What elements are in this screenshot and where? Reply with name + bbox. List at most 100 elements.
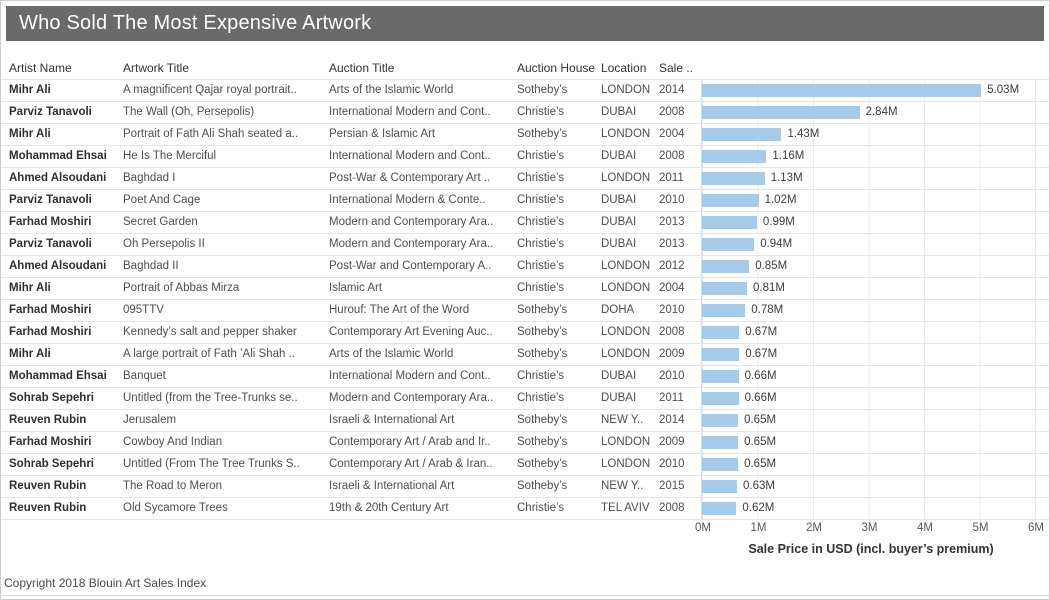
artwork-title-cell[interactable]: Untitled (from the Tree-Trunks se.. [123,388,329,409]
sale-price-bar[interactable] [702,84,981,97]
sale-year-cell[interactable]: 2010 [659,454,701,475]
column-header-artwork[interactable]: Artwork Title [123,61,329,79]
auction-title-cell[interactable]: Israeli & International Art [329,410,517,431]
sale-price-bar[interactable] [702,480,737,493]
artist-cell[interactable]: Reuven Rubin [9,476,123,497]
table-row[interactable]: Ahmed Alsoudani Baghdad II Post-War and … [1,256,1049,278]
auction-house-cell[interactable]: Christie’s [517,146,601,167]
table-row[interactable]: Farhad Moshiri Kennedy’s salt and pepper… [1,322,1049,344]
column-header-auction[interactable]: Auction Title [329,61,517,79]
sale-price-bar[interactable] [702,304,745,317]
sale-price-bar[interactable] [702,326,739,339]
artwork-title-cell[interactable]: A large portrait of Fath ’Ali Shah .. [123,344,329,365]
sale-year-cell[interactable]: 2010 [659,190,701,211]
table-row[interactable]: Mohammad Ehsai Banquet International Mod… [1,366,1049,388]
auction-title-cell[interactable]: Israeli & International Art [329,476,517,497]
sale-year-cell[interactable]: 2015 [659,476,701,497]
location-cell[interactable]: DUBAI [601,212,659,233]
sale-year-cell[interactable]: 2013 [659,212,701,233]
artist-cell[interactable]: Farhad Moshiri [9,212,123,233]
table-row[interactable]: Ahmed Alsoudani Baghdad I Post-War & Con… [1,168,1049,190]
artwork-title-cell[interactable]: Poet And Cage [123,190,329,211]
artwork-title-cell[interactable]: Old Sycamore Trees [123,498,329,519]
table-row[interactable]: Farhad Moshiri Secret Garden Modern and … [1,212,1049,234]
sale-year-cell[interactable]: 2008 [659,146,701,167]
sale-price-bar[interactable] [702,392,739,405]
location-cell[interactable]: DUBAI [601,366,659,387]
location-cell[interactable]: LONDON [601,278,659,299]
location-cell[interactable]: DUBAI [601,102,659,123]
artist-cell[interactable]: Reuven Rubin [9,498,123,519]
location-cell[interactable]: DUBAI [601,234,659,255]
table-row[interactable]: Mihr Ali Portrait of Fath Ali Shah seate… [1,124,1049,146]
auction-house-cell[interactable]: Christie’s [517,278,601,299]
location-cell[interactable]: LONDON [601,124,659,145]
sale-price-bar[interactable] [702,216,757,229]
artist-cell[interactable]: Ahmed Alsoudani [9,168,123,189]
artwork-title-cell[interactable]: Untitled (From The Tree Trunks S.. [123,454,329,475]
auction-house-cell[interactable]: Christie’s [517,212,601,233]
location-cell[interactable]: LONDON [601,432,659,453]
sale-year-cell[interactable]: 2010 [659,366,701,387]
sale-year-cell[interactable]: 2004 [659,124,701,145]
artwork-title-cell[interactable]: Kennedy’s salt and pepper shaker [123,322,329,343]
artist-cell[interactable]: Sohrab Sepehri [9,388,123,409]
auction-house-cell[interactable]: Christie’s [517,256,601,277]
location-cell[interactable]: DUBAI [601,146,659,167]
auction-house-cell[interactable]: Sotheby’s [517,80,601,101]
sale-price-bar[interactable] [702,502,736,515]
artwork-title-cell[interactable]: A magnificent Qajar royal portrait.. [123,80,329,101]
artist-cell[interactable]: Parviz Tanavoli [9,190,123,211]
table-row[interactable]: Parviz Tanavoli The Wall (Oh, Persepolis… [1,102,1049,124]
auction-house-cell[interactable]: Sotheby’s [517,124,601,145]
auction-title-cell[interactable]: Contemporary Art Evening Auc.. [329,322,517,343]
sale-year-cell[interactable]: 2009 [659,344,701,365]
auction-house-cell[interactable]: Christie’s [517,168,601,189]
auction-house-cell[interactable]: Christie’s [517,190,601,211]
auction-house-cell[interactable]: Sotheby’s [517,432,601,453]
artist-cell[interactable]: Mohammad Ehsai [9,146,123,167]
auction-title-cell[interactable]: International Modern and Cont.. [329,366,517,387]
location-cell[interactable]: DUBAI [601,190,659,211]
location-cell[interactable]: NEW Y.. [601,410,659,431]
auction-title-cell[interactable]: Islamic Art [329,278,517,299]
table-row[interactable]: Parviz Tanavoli Poet And Cage Internatio… [1,190,1049,212]
table-row[interactable]: Mihr Ali Portrait of Abbas Mirza Islamic… [1,278,1049,300]
sale-price-bar[interactable] [702,238,754,251]
artwork-title-cell[interactable]: Baghdad II [123,256,329,277]
sale-price-bar[interactable] [702,150,766,163]
auction-title-cell[interactable]: Modern and Contemporary Ara.. [329,388,517,409]
location-cell[interactable]: DUBAI [601,388,659,409]
artwork-title-cell[interactable]: The Road to Meron [123,476,329,497]
auction-title-cell[interactable]: Contemporary Art / Arab & Iran.. [329,454,517,475]
sale-year-cell[interactable]: 2013 [659,234,701,255]
artwork-title-cell[interactable]: Oh Persepolis II [123,234,329,255]
sale-price-bar[interactable] [702,436,738,449]
artwork-title-cell[interactable]: The Wall (Oh, Persepolis) [123,102,329,123]
sale-year-cell[interactable]: 2014 [659,410,701,431]
location-cell[interactable]: NEW Y.. [601,476,659,497]
table-row[interactable]: Farhad Moshiri Cowboy And Indian Contemp… [1,432,1049,454]
sale-year-cell[interactable]: 2011 [659,168,701,189]
auction-house-cell[interactable]: Christie’s [517,102,601,123]
auction-house-cell[interactable]: Christie’s [517,366,601,387]
sale-year-cell[interactable]: 2008 [659,498,701,519]
sale-year-cell[interactable]: 2014 [659,80,701,101]
auction-house-cell[interactable]: Sotheby’s [517,454,601,475]
sale-year-cell[interactable]: 2004 [659,278,701,299]
auction-house-cell[interactable]: Sotheby’s [517,344,601,365]
location-cell[interactable]: LONDON [601,168,659,189]
location-cell[interactable]: LONDON [601,256,659,277]
auction-title-cell[interactable]: Modern and Contemporary Ara.. [329,234,517,255]
sale-year-cell[interactable]: 2010 [659,300,701,321]
artwork-title-cell[interactable]: Secret Garden [123,212,329,233]
location-cell[interactable]: DOHA [601,300,659,321]
artist-cell[interactable]: Parviz Tanavoli [9,102,123,123]
auction-house-cell[interactable]: Christie’s [517,498,601,519]
artwork-title-cell[interactable]: He Is The Merciful [123,146,329,167]
sale-price-bar[interactable] [702,282,747,295]
auction-title-cell[interactable]: Hurouf: The Art of the Word [329,300,517,321]
sale-year-cell[interactable]: 2008 [659,102,701,123]
sale-price-bar[interactable] [702,172,765,185]
table-row[interactable]: Sohrab Sepehri Untitled (from the Tree-T… [1,388,1049,410]
